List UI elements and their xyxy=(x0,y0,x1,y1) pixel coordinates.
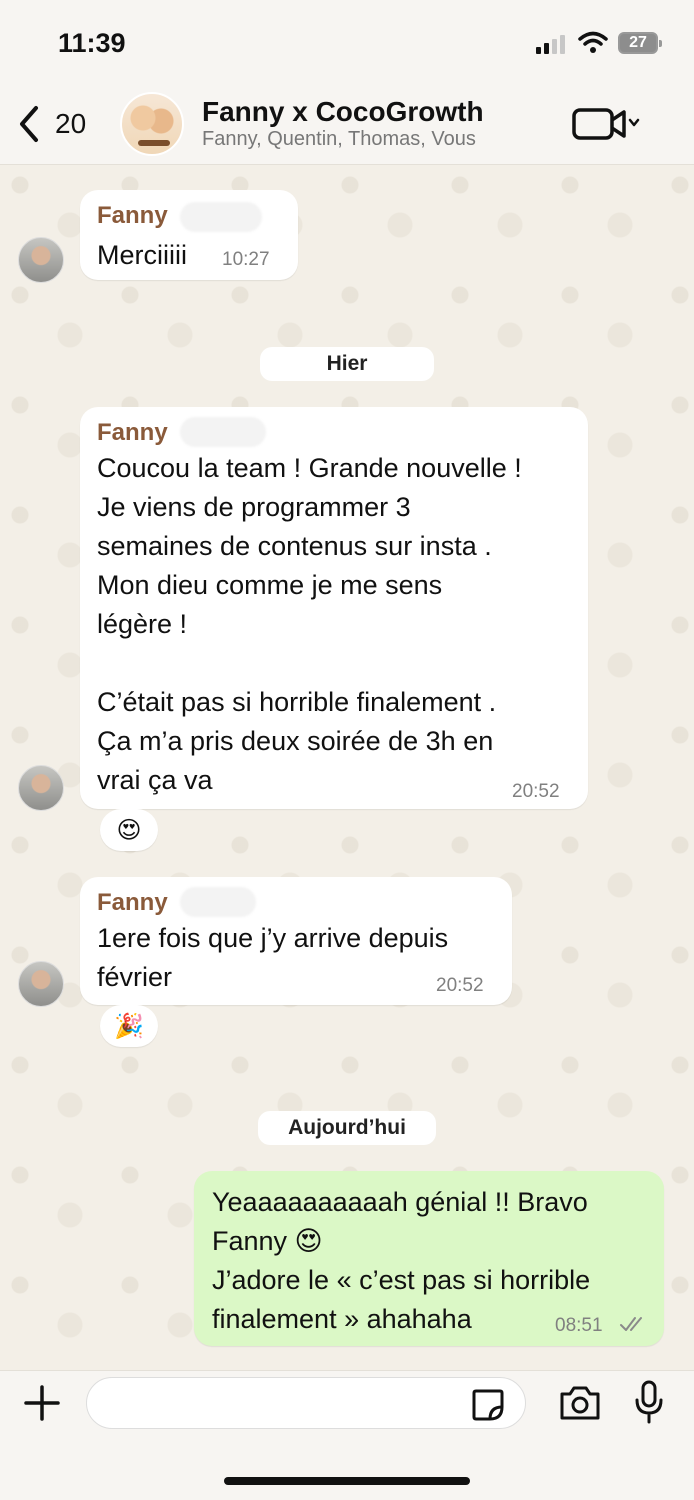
chat-title[interactable]: Fanny x CocoGrowth xyxy=(202,96,484,128)
top-bar: 11:39 27 20 Fanny x CocoGrowth Fanny, Qu… xyxy=(0,0,694,165)
sender-name: Fanny xyxy=(97,889,168,916)
microphone-icon[interactable] xyxy=(632,1380,666,1424)
message-text: Yeaaaaaaaaaah génial !! Bravo Fanny 😍 J’… xyxy=(212,1187,591,1334)
redacted-name xyxy=(180,417,266,447)
battery-icon: 27 xyxy=(618,32,662,54)
camera-icon[interactable] xyxy=(558,1384,602,1422)
chevron-left-icon[interactable] xyxy=(14,104,44,144)
message-bubble[interactable]: Fanny Coucou la team ! Grande nouvelle !… xyxy=(80,407,588,809)
group-avatar[interactable] xyxy=(120,92,184,156)
read-receipt-icon xyxy=(620,1317,642,1331)
avatar[interactable] xyxy=(18,961,64,1007)
status-time: 11:39 xyxy=(58,28,126,58)
reaction-badge[interactable]: 🎉 xyxy=(100,1005,158,1047)
reaction-badge[interactable]: 😍 xyxy=(100,809,158,851)
chat-members[interactable]: Fanny, Quentin, Thomas, Vous xyxy=(202,128,476,151)
wifi-icon xyxy=(578,31,608,53)
message-bubble[interactable]: Fanny 1ere fois que j’y arrive depuis fé… xyxy=(80,877,512,1005)
message-text: 1ere fois que j’y arrive depuis février xyxy=(97,923,449,992)
message-bubble[interactable]: Fanny Merciiiii 10:27 xyxy=(80,190,298,280)
redacted-name xyxy=(180,887,256,917)
chat-area[interactable]: Fanny Merciiiii 10:27 Hier Fanny Coucou … xyxy=(0,165,694,1370)
message-input[interactable] xyxy=(86,1377,526,1429)
avatar[interactable] xyxy=(18,765,64,811)
video-call-icon[interactable] xyxy=(572,106,640,142)
message-time: 08:51 xyxy=(555,1315,603,1336)
sticker-icon[interactable] xyxy=(470,1387,506,1423)
plus-icon[interactable] xyxy=(22,1383,62,1423)
message-time: 20:52 xyxy=(512,781,560,802)
unread-count[interactable]: 20 xyxy=(55,108,86,140)
avatar[interactable] xyxy=(18,237,64,283)
date-separator: Aujourd’hui xyxy=(258,1111,436,1145)
sender-name: Fanny xyxy=(97,202,168,229)
message-bubble-outgoing[interactable]: Yeaaaaaaaaaah génial !! Bravo Fanny 😍 J’… xyxy=(194,1171,664,1346)
sender-name: Fanny xyxy=(97,419,168,446)
signal-icon xyxy=(536,34,565,54)
message-time: 20:52 xyxy=(436,975,484,996)
redacted-name xyxy=(180,202,262,232)
composer-bar xyxy=(0,1370,694,1500)
home-indicator xyxy=(224,1477,470,1485)
message-text: Coucou la team ! Grande nouvelle ! Je vi… xyxy=(97,453,522,795)
date-separator: Hier xyxy=(260,347,434,381)
message-time: 10:27 xyxy=(222,249,270,270)
message-text: Merciiiii xyxy=(97,240,187,270)
